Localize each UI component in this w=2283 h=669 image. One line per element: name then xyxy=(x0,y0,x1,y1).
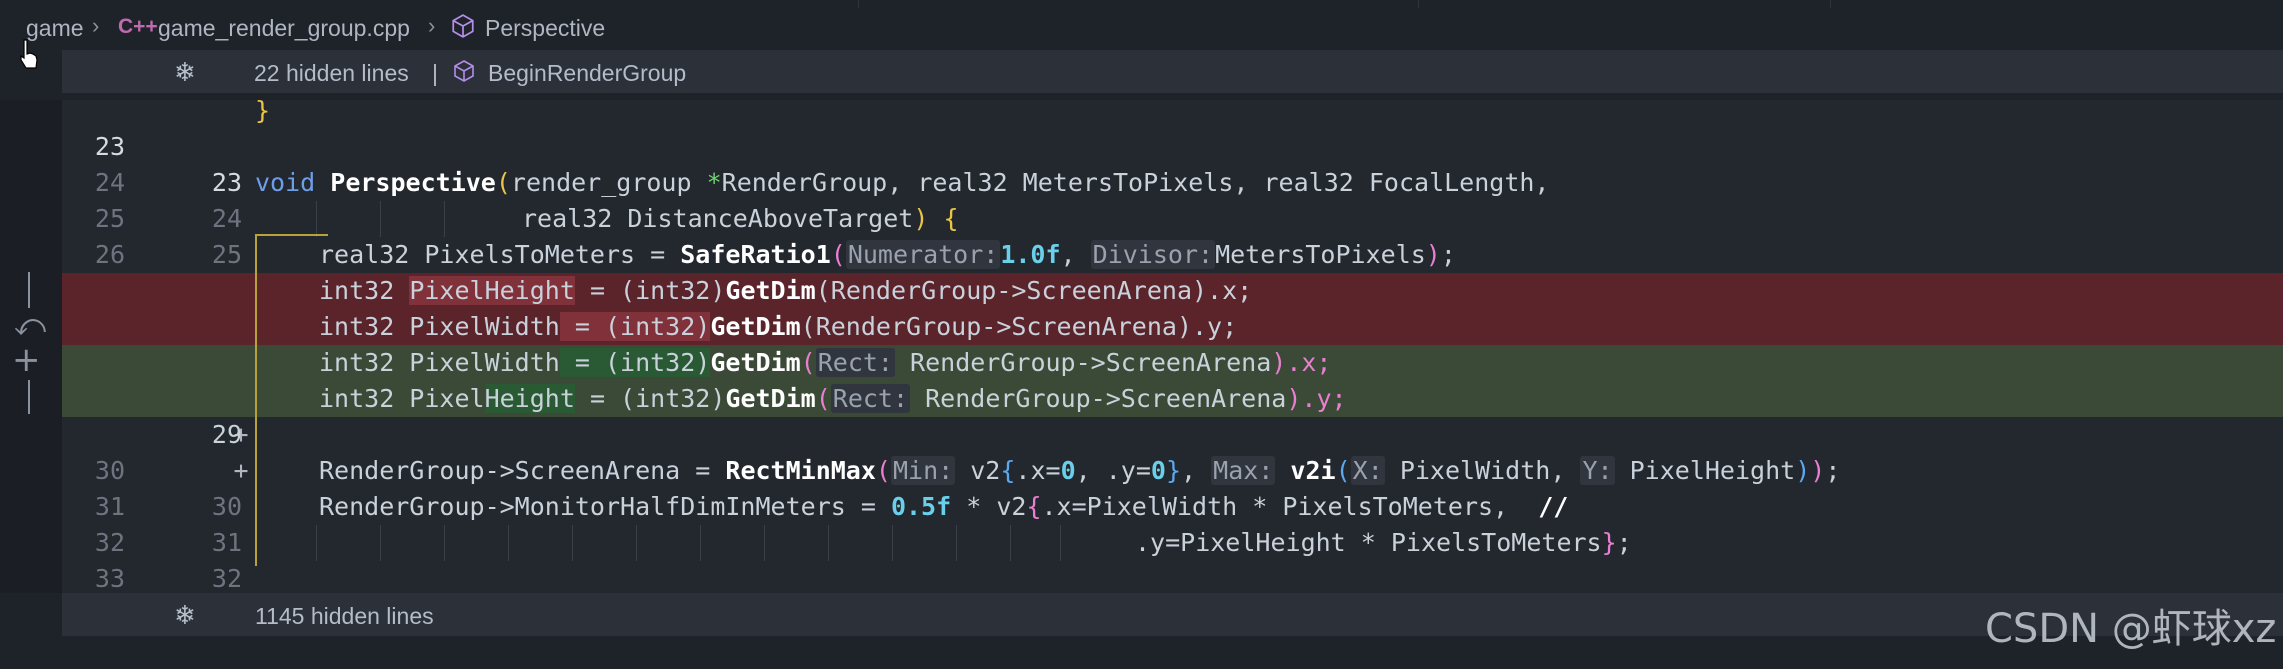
indent-guide xyxy=(1060,525,1061,561)
inlay-hint: Divisor: xyxy=(1090,240,1216,269)
indent-guide xyxy=(316,201,317,237)
hidden-lines-count: 1145 hidden lines xyxy=(255,603,434,629)
chevron-right-icon: › xyxy=(92,13,100,38)
unfold-icon[interactable]: ❄ xyxy=(174,600,196,631)
added-line[interactable]: 28 + int32 PixelWidth = (int32)GetDim(Re… xyxy=(62,345,2283,449)
indent-guide xyxy=(444,525,445,561)
indent-guide xyxy=(636,525,637,561)
indent-guide xyxy=(444,201,445,237)
indent-guide xyxy=(892,525,893,561)
code-text: int32 PixelHeight = (int32)GetDim(Render… xyxy=(319,276,1253,305)
indent-guide xyxy=(764,525,765,561)
inlay-hint: X: xyxy=(1350,456,1385,485)
watermark: CSDN @虾球xz xyxy=(1985,606,2277,652)
cpp-file-icon: C++ xyxy=(118,15,158,38)
indent-guide xyxy=(508,525,509,561)
inlay-hint: Min: xyxy=(890,456,956,485)
code-line[interactable]: 31 31 RenderGroup->ScreenArena = RectMin… xyxy=(62,453,2283,557)
inlay-hint: Max: xyxy=(1211,456,1276,485)
deleted-line[interactable]: 29 − int32 PixelWidth = (int32)GetDim(Re… xyxy=(62,309,2283,413)
code-line[interactable]: 30 30 xyxy=(62,417,2283,521)
hidden-lines-count: 22 hidden lines xyxy=(254,60,409,86)
code-text: int32 PixelWidth = (int32)GetDim(RenderG… xyxy=(319,312,1238,341)
indent-guide xyxy=(380,201,381,237)
code-line[interactable]: 23 23 } xyxy=(62,93,2283,197)
indent-guide xyxy=(828,525,829,561)
code-text: } xyxy=(255,96,271,125)
revert-change-icon[interactable]: ⤺ xyxy=(14,308,46,343)
breadcrumb-symbol[interactable]: Perspective xyxy=(485,15,605,42)
hidden-lines-fold-top[interactable]: ❄ 22 hidden lines | BeginRenderGroup xyxy=(62,50,2283,93)
code-text: int32 PixelHeight = (int32)GetDim(Rect: … xyxy=(319,384,1347,413)
unfold-icon[interactable]: ❄ xyxy=(174,57,196,88)
code-text: real32 PixelsToMeters = SafeRatio1(Numer… xyxy=(319,240,1456,269)
breadcrumb: game › C++ game_render_group.cpp › Persp… xyxy=(0,0,2283,57)
added-line[interactable]: 29 + int32 PixelHeight = (int32)GetDim(R… xyxy=(62,381,2283,485)
code-text: real32 DistanceAboveTarget) { xyxy=(522,204,959,233)
stage-change-icon[interactable]: + xyxy=(12,340,41,380)
code-line[interactable]: 27 27 real32 PixelsToMeters = SafeRatio1… xyxy=(62,237,2283,341)
code-text: int32 PixelWidth = (int32)GetDim(Rect: R… xyxy=(319,348,1332,377)
hidden-lines-fold-bottom[interactable]: ❄ 1145 hidden lines xyxy=(62,593,2283,636)
code-text: void Perspective(render_group *RenderGro… xyxy=(255,168,1550,197)
symbol-method-icon xyxy=(454,60,474,82)
change-bar xyxy=(28,272,30,308)
inlay-hint: Y: xyxy=(1580,456,1615,485)
code-text: RenderGroup->MonitorHalfDimInMeters = 0.… xyxy=(319,492,1569,521)
indent-guide xyxy=(572,525,573,561)
code-line[interactable]: 32 32 RenderGroup->MonitorHalfDimInMeter… xyxy=(62,489,2283,593)
chevron-right-icon: › xyxy=(428,13,436,38)
indent-guide xyxy=(316,525,317,561)
inlay-hint: Rect: xyxy=(830,384,911,413)
hand-cursor-icon xyxy=(20,39,38,69)
indent-guide xyxy=(700,525,701,561)
code-line[interactable]: 26 26 real32 DistanceAboveTarget) { xyxy=(62,201,2283,305)
editor-bottom xyxy=(0,636,2283,664)
code-text: RenderGroup->ScreenArena = RectMinMax(Mi… xyxy=(319,456,1841,485)
code-line[interactable]: 25 25 void Perspective(render_group *Ren… xyxy=(62,165,2283,269)
code-text: .y=PixelHeight * PixelsToMeters}; xyxy=(1135,528,1632,557)
inlay-hint: Rect: xyxy=(815,348,895,377)
change-bar xyxy=(28,380,30,414)
indent-guide xyxy=(956,525,957,561)
fold-separator: | xyxy=(432,60,438,86)
symbol-method-icon xyxy=(452,14,474,38)
scope-guide xyxy=(255,234,328,236)
fold-symbol: BeginRenderGroup xyxy=(488,60,687,86)
code-line[interactable]: 34 34 xyxy=(62,561,2283,665)
indent-guide xyxy=(1010,525,1011,561)
scope-guide xyxy=(255,234,257,566)
breadcrumb-file[interactable]: game_render_group.cpp xyxy=(158,15,410,42)
code-line[interactable]: 33 33 .y=PixelHeight * PixelsToMeters}; xyxy=(62,525,2283,629)
indent-guide xyxy=(380,525,381,561)
code-line[interactable]: 24 24 xyxy=(62,129,2283,233)
inlay-hint: Numerator: xyxy=(845,240,1001,269)
deleted-line[interactable]: 28 − int32 PixelHeight = (int32)GetDim(R… xyxy=(62,273,2283,377)
